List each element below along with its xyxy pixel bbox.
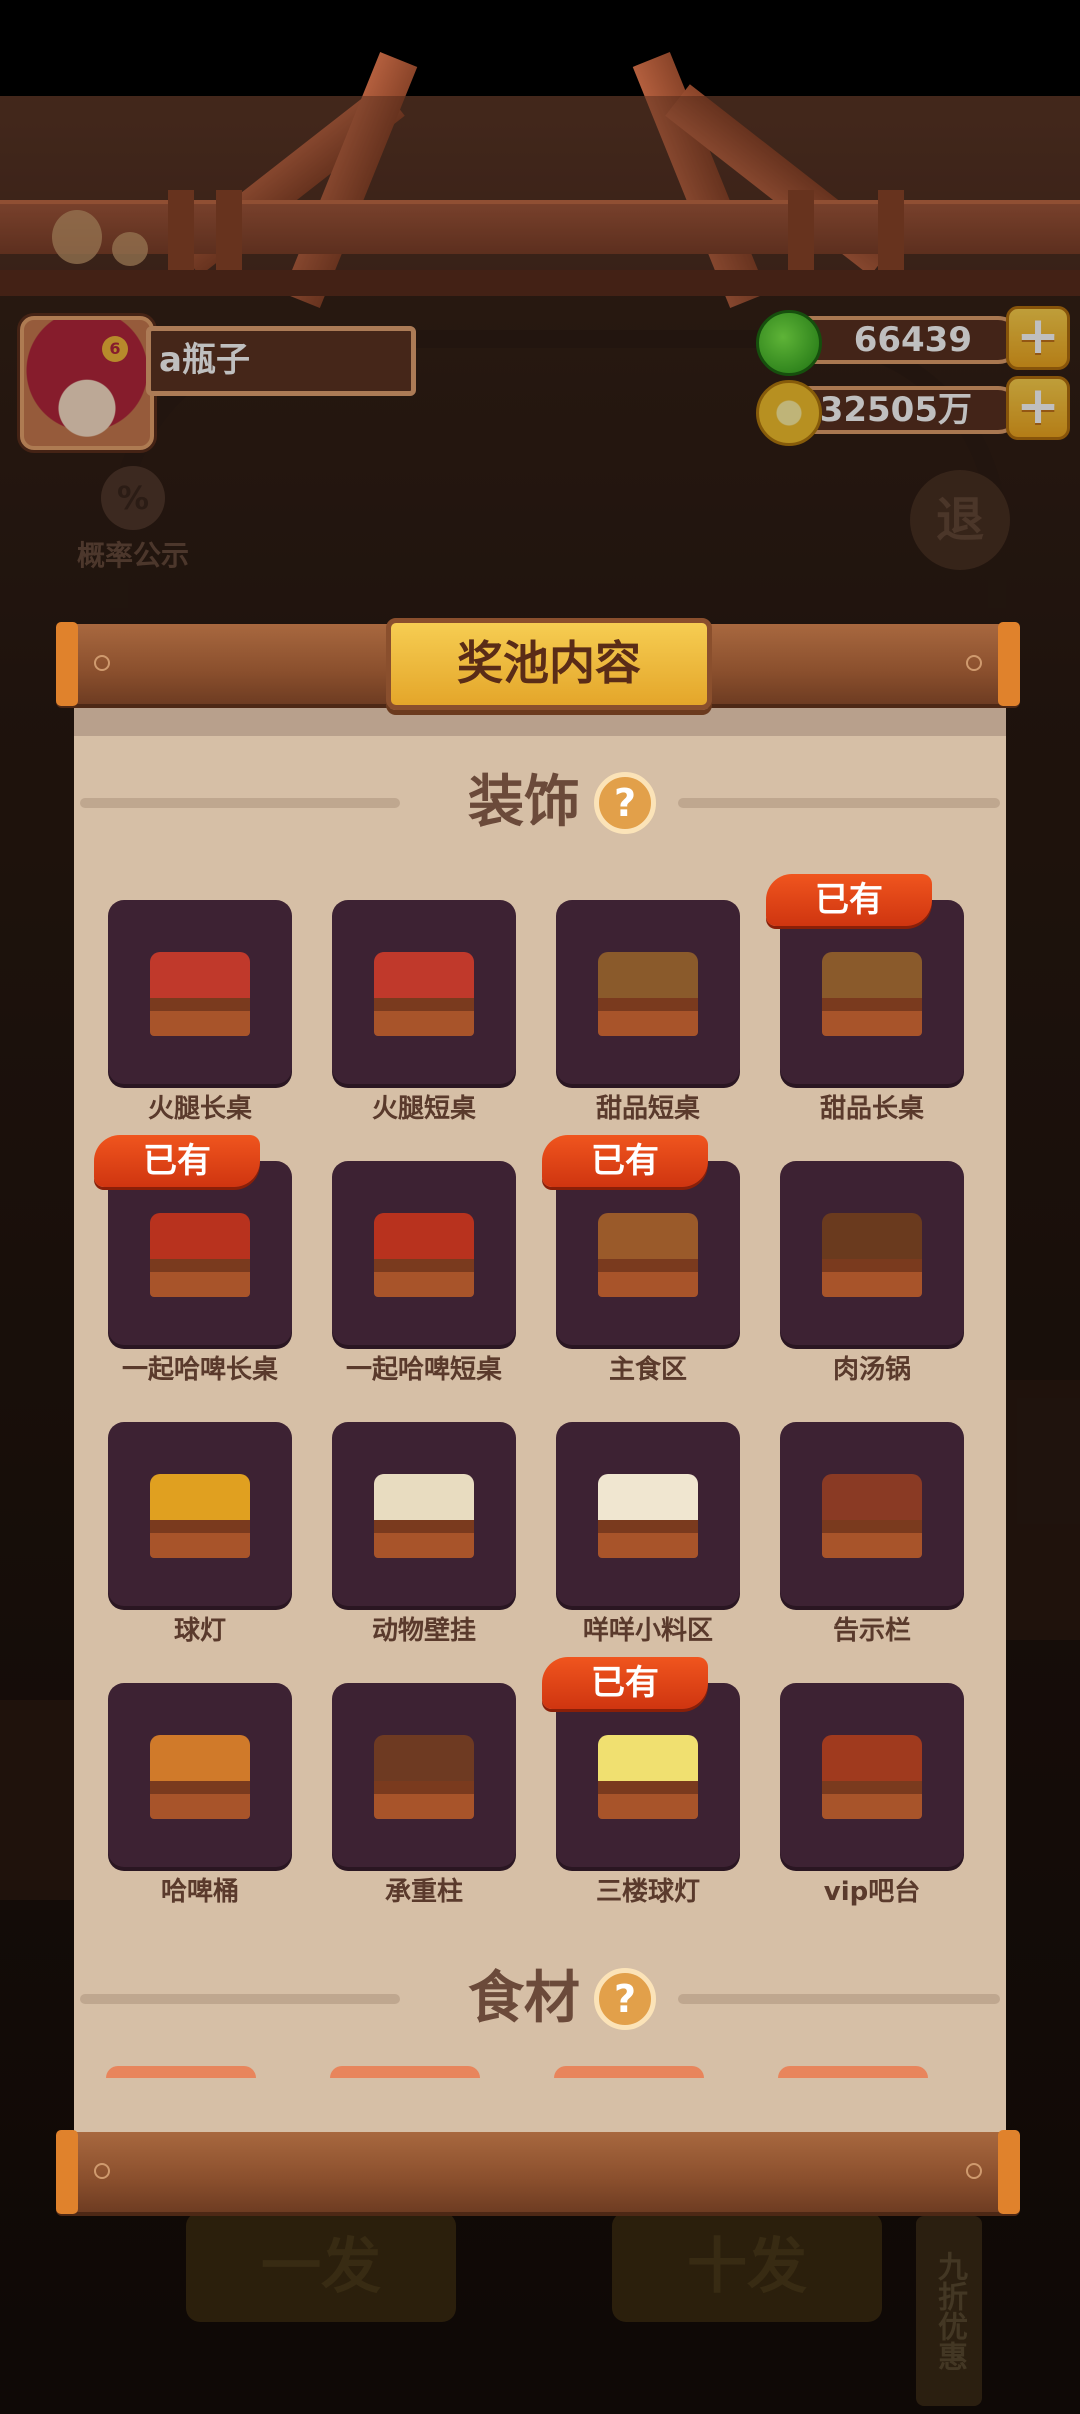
decoration-item-label: 火腿短桌 <box>371 1094 476 1124</box>
decoration-section-title: 装饰 <box>468 770 580 835</box>
decoration-item-label: 球灯 <box>173 1616 226 1646</box>
item-artwork <box>822 1213 922 1297</box>
owned-badge: 已有 <box>94 1135 260 1187</box>
decoration-item[interactable] <box>108 900 292 1084</box>
decoration-item-label: 肉汤锅 <box>832 1355 911 1385</box>
ingredient-section-header: 食材 ? <box>74 1964 1006 2034</box>
decoration-item-label: 告示栏 <box>832 1616 911 1646</box>
item-artwork <box>598 1213 698 1297</box>
decoration-item-label: 甜品长桌 <box>819 1094 924 1124</box>
decoration-item-label: 哈啤桶 <box>160 1877 239 1907</box>
item-artwork <box>822 1474 922 1558</box>
decoration-item-label: 甜品短桌 <box>595 1094 700 1124</box>
ingredient-help-icon[interactable]: ? <box>594 1968 656 2030</box>
decoration-item-label: 火腿长桌 <box>147 1094 252 1124</box>
item-artwork <box>374 1474 474 1558</box>
decoration-item[interactable] <box>780 1422 964 1606</box>
ingredient-section-title: 食材 <box>468 1966 580 2031</box>
decoration-item[interactable] <box>780 1683 964 1867</box>
item-artwork <box>822 952 922 1036</box>
item-artwork <box>150 952 250 1036</box>
item-artwork <box>150 1213 250 1297</box>
decoration-item-label: vip吧台 <box>823 1877 921 1907</box>
modal-title: 奖池内容 <box>386 618 712 710</box>
ingredient-item-peek <box>106 2066 256 2078</box>
ingredient-item-peek <box>778 2066 928 2078</box>
decoration-item-label: 咩咩小料区 <box>582 1616 713 1646</box>
decoration-item[interactable] <box>108 1422 292 1606</box>
decoration-item[interactable] <box>556 1683 740 1867</box>
decoration-item[interactable] <box>332 1161 516 1345</box>
decoration-section-header: 装饰 ? <box>74 768 1006 838</box>
item-artwork <box>822 1735 922 1819</box>
decoration-item[interactable] <box>108 1683 292 1867</box>
decoration-item[interactable] <box>780 900 964 1084</box>
owned-badge: 已有 <box>542 1135 708 1187</box>
owned-badge: 已有 <box>542 1657 708 1709</box>
decoration-item[interactable] <box>556 1161 740 1345</box>
item-artwork <box>598 1735 698 1819</box>
decoration-item[interactable] <box>556 1422 740 1606</box>
decoration-item-label: 一起哈啤短桌 <box>345 1355 502 1385</box>
decoration-item[interactable] <box>332 1683 516 1867</box>
ingredient-item-peek <box>554 2066 704 2078</box>
decoration-item[interactable] <box>332 1422 516 1606</box>
item-artwork <box>374 952 474 1036</box>
bottom-plank <box>56 2130 1020 2214</box>
item-artwork <box>598 1474 698 1558</box>
item-artwork <box>598 952 698 1036</box>
decoration-help-icon[interactable]: ? <box>594 772 656 834</box>
item-artwork <box>150 1735 250 1819</box>
decoration-item-label: 动物壁挂 <box>371 1616 476 1646</box>
item-artwork <box>374 1213 474 1297</box>
item-artwork <box>150 1474 250 1558</box>
decoration-item-label: 一起哈啤长桌 <box>121 1355 278 1385</box>
decoration-item-label: 三楼球灯 <box>595 1877 700 1907</box>
decoration-item[interactable] <box>556 900 740 1084</box>
item-artwork <box>374 1735 474 1819</box>
decoration-item-label: 承重柱 <box>384 1877 463 1907</box>
ingredient-item-peek <box>330 2066 480 2078</box>
decoration-item-label: 主食区 <box>608 1355 687 1385</box>
decoration-item[interactable] <box>332 900 516 1084</box>
decoration-item[interactable] <box>780 1161 964 1345</box>
owned-badge: 已有 <box>766 874 932 926</box>
decoration-item[interactable] <box>108 1161 292 1345</box>
